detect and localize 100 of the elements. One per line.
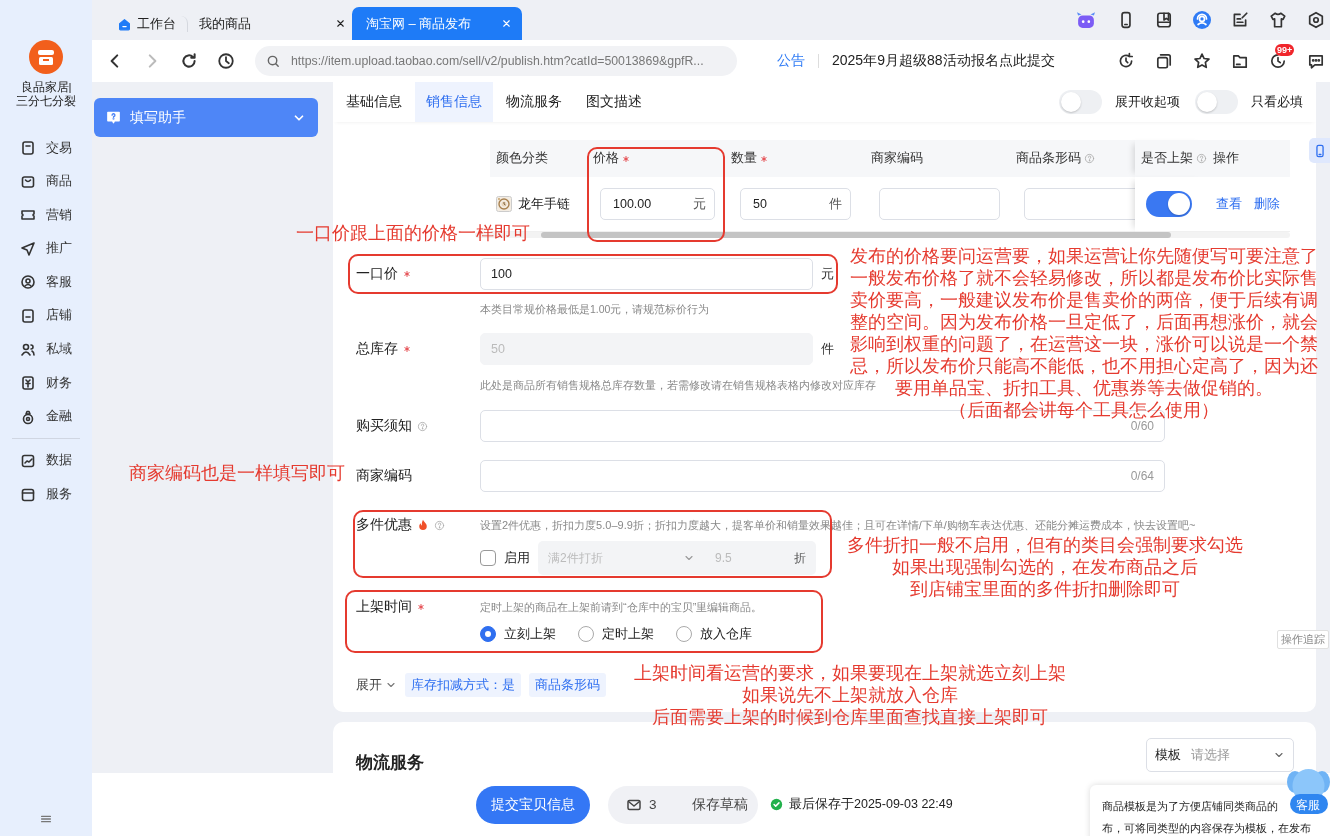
toggle-switch[interactable]: [1146, 191, 1192, 217]
logo-icon[interactable]: [29, 40, 63, 74]
column-header: 价格: [593, 150, 619, 167]
shirt-icon[interactable]: [1269, 11, 1287, 29]
document-icon: [20, 140, 36, 156]
nav-item[interactable]: 客服: [0, 270, 92, 295]
shop-name: 良品家居|: [20, 80, 72, 94]
browser-tab[interactable]: 工作台: [112, 16, 188, 32]
char-counter: 0/64: [1130, 469, 1154, 483]
annotation-text: 要用单品宝、折扣工具、优惠券等去做促销的。: [895, 377, 1273, 399]
input-field[interactable]: 100: [480, 258, 813, 290]
scrollbar-thumb[interactable]: [541, 232, 1171, 238]
refresh-icon[interactable]: [1117, 52, 1135, 70]
nav-item[interactable]: 金融: [0, 404, 92, 429]
section-tab[interactable]: 销售信息: [415, 82, 493, 122]
annotation-text: 后面需要上架的时候到仓库里面查找直接上架即可: [652, 706, 1048, 728]
nav-item[interactable]: 推广: [0, 236, 92, 261]
timer-icon[interactable]: [1269, 52, 1287, 70]
close-icon[interactable]: [335, 18, 346, 29]
filter-tag[interactable]: 商品条形码: [529, 673, 606, 697]
check-circle-icon: [770, 798, 783, 811]
toggle-switch[interactable]: [1059, 90, 1102, 114]
robot-icon[interactable]: [1075, 11, 1097, 29]
column-header: 操作: [1213, 150, 1239, 167]
nav-item[interactable]: 营销: [0, 203, 92, 228]
nav-item[interactable]: 店铺: [0, 303, 92, 328]
save-draft-button[interactable]: 保存草稿: [691, 795, 748, 814]
quantity-field[interactable]: 50 件: [740, 188, 851, 220]
package-icon: [20, 173, 36, 190]
save-status: 最后保存于2025-09-03 22:49: [789, 796, 953, 813]
user-circle-icon: [20, 274, 36, 291]
toggle-label: 只看必填: [1251, 93, 1303, 111]
panel-icon: [20, 307, 36, 324]
submit-button[interactable]: 提交宝贝信息: [476, 785, 590, 824]
message-count: 3: [649, 797, 657, 812]
section-tab[interactable]: 图文描述: [575, 82, 653, 122]
nav-item[interactable]: 交易: [0, 136, 92, 160]
nav-item[interactable]: 商品: [0, 169, 92, 194]
nav-item[interactable]: 数据: [0, 448, 92, 473]
char-counter: 0/60: [1130, 419, 1154, 433]
tooltip-text: 布，可将同类型的内容保存为模板，在发布: [1102, 821, 1311, 836]
star-icon[interactable]: [1193, 52, 1211, 70]
section-tab[interactable]: 基础信息: [335, 82, 413, 122]
user-circle-icon[interactable]: [1193, 11, 1211, 29]
folder-icon[interactable]: [1231, 52, 1249, 70]
field-label: 一口价: [356, 265, 398, 283]
template-select[interactable]: 模板 请选择: [1146, 738, 1294, 772]
edit-icon[interactable]: [1231, 11, 1249, 29]
column-header: 数量: [731, 150, 757, 167]
chart-icon: [20, 452, 36, 469]
unit-label: 元: [821, 265, 834, 283]
radio-option[interactable]: 立刻上架: [480, 625, 556, 643]
question-bubble-icon: [106, 110, 121, 125]
select-placeholder: 请选择: [1191, 746, 1230, 764]
trace-button[interactable]: 操作追踪: [1277, 630, 1329, 649]
url-field[interactable]: https://item.upload.taobao.com/sell/v2/publish.htm?catId=50013869&gpfR...: [255, 46, 737, 76]
annotation-text: 如果说先不上架就放入仓库: [742, 684, 958, 706]
expand-button[interactable]: 展开: [356, 676, 397, 694]
price-field[interactable]: 100.00 元: [600, 188, 715, 220]
shop-subtitle: 三分七分裂: [16, 94, 76, 108]
copy-icon[interactable]: [1155, 52, 1173, 70]
merchant-code-field[interactable]: [879, 188, 1000, 220]
action-link[interactable]: 删除: [1254, 195, 1280, 213]
filter-tag[interactable]: 库存扣减方式：是: [405, 673, 521, 697]
section-tab[interactable]: 物流服务: [495, 82, 573, 122]
field-label: 商家编码: [356, 467, 412, 485]
nav-item[interactable]: 服务: [0, 482, 92, 507]
radio-option[interactable]: 放入仓库: [676, 625, 752, 643]
browser-tab[interactable]: 我的商品: [188, 7, 352, 40]
reload-icon[interactable]: [180, 52, 198, 70]
field-label: 总库存: [356, 340, 398, 358]
settings-icon[interactable]: [1307, 11, 1325, 29]
column-header: 商品条形码: [1016, 150, 1081, 167]
annotation-text: 卖价要高，一般建议发布价是售卖价的两倍，便于后续有调: [850, 289, 1318, 311]
browser-tab[interactable]: 淘宝网 – 商品发布: [352, 7, 522, 40]
notice-text[interactable]: 2025年9月超级88活动报名点此提交: [832, 52, 1055, 70]
nav-item[interactable]: 财务: [0, 371, 92, 396]
annotation-text: 发布的价格要问运营要，如果运营让你先随便写可要注意了: [850, 245, 1318, 267]
money-bag-icon: [20, 408, 36, 425]
column-header: 是否上架: [1141, 150, 1193, 167]
phone-tab[interactable]: [1309, 138, 1330, 163]
nav-item[interactable]: 私域: [0, 337, 92, 362]
annotation-text: 整的空间。因为发布价格一旦定低了，后面再想涨价，就会: [850, 311, 1318, 333]
section-title: 物流服务: [356, 752, 424, 773]
annotation-text: 忌，所以发布价只能高不能低，也不用担心定高了，因为还: [850, 355, 1318, 377]
search-icon: [266, 53, 281, 69]
action-link[interactable]: 查看: [1216, 195, 1242, 213]
people-icon: [20, 341, 36, 358]
table-cell: 龙年手链: [518, 195, 570, 213]
notice-link[interactable]: 公告: [777, 52, 805, 70]
unit-label: 件: [829, 195, 842, 213]
history-icon[interactable]: [217, 52, 235, 70]
book-icon[interactable]: [1155, 11, 1173, 29]
field-label: 多件优惠: [356, 516, 412, 534]
toggle-switch[interactable]: [1195, 90, 1238, 114]
chat-icon[interactable]: [1307, 52, 1325, 70]
radio-option[interactable]: 定时上架: [578, 625, 654, 643]
currency-icon: [20, 375, 36, 392]
toggle-label: 展开收起项: [1115, 93, 1180, 111]
column-header: 颜色分类: [496, 150, 548, 167]
